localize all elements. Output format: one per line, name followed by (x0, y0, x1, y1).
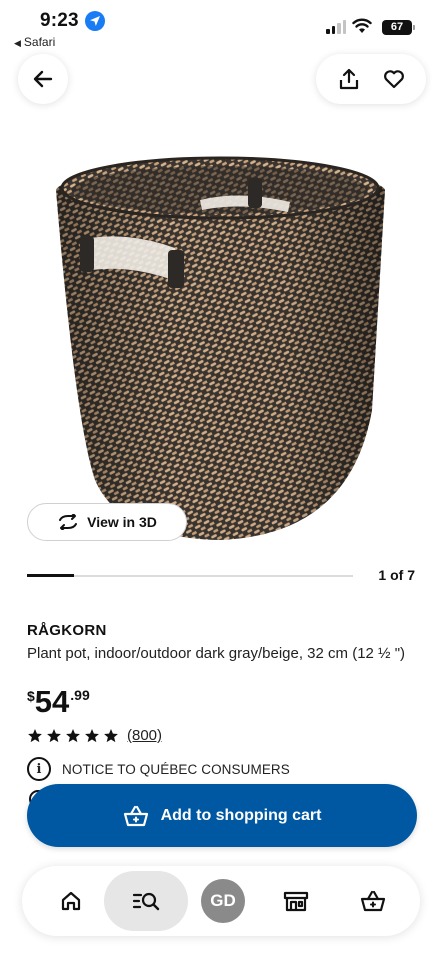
status-bar: 9:23 ◀ Safari 67 (0, 0, 444, 52)
star-icon (28, 728, 42, 742)
back-to-app-link[interactable]: ◀ Safari (14, 35, 55, 49)
nav-stores[interactable] (267, 866, 325, 936)
product-description: Plant pot, indoor/outdoor dark gray/beig… (27, 645, 406, 662)
back-button[interactable] (18, 54, 68, 104)
review-count-link[interactable]: (800) (127, 727, 162, 744)
price-dollars: 54 (34, 684, 70, 719)
price-cents: .99 (70, 687, 90, 703)
gallery-progress-fill (27, 574, 74, 577)
avatar: GD (201, 879, 245, 923)
add-to-cart-label: Add to shopping cart (160, 806, 322, 824)
rating-stars (27, 728, 119, 744)
status-time: 9:23 (40, 10, 79, 31)
star-icon (104, 728, 118, 742)
basket-icon (123, 805, 148, 826)
info-icon: i (27, 757, 51, 781)
nav-home[interactable] (42, 866, 100, 936)
arrow-left-icon (33, 70, 53, 88)
nav-profile[interactable]: GD (194, 866, 252, 936)
nav-cart[interactable] (344, 866, 402, 936)
basket-icon (360, 890, 386, 912)
star-icon (85, 728, 99, 742)
view-in-3d-label: View in 3D (87, 514, 157, 530)
star-icon (66, 728, 80, 742)
header-actions (316, 54, 426, 104)
share-icon (339, 68, 358, 90)
price-currency: $ (27, 688, 35, 704)
product-image[interactable] (50, 150, 390, 545)
wifi-icon (352, 18, 372, 33)
rotate-3d-icon (59, 514, 78, 530)
star-icon (47, 728, 61, 742)
quebec-notice-link[interactable]: i NOTICE TO QUÉBEC CONSUMERS (27, 757, 290, 781)
store-icon (283, 891, 309, 912)
product-price: $ 54 .99 (27, 684, 90, 720)
battery-indicator: 67 (382, 20, 415, 35)
view-in-3d-button[interactable]: View in 3D (27, 503, 187, 541)
back-app-label: Safari (23, 35, 56, 49)
product-rating[interactable]: (800) (27, 727, 162, 744)
add-to-cart-button[interactable]: Add to shopping cart (27, 784, 417, 847)
search-list-icon (132, 892, 160, 911)
heart-icon (383, 70, 404, 89)
gallery-counter: 1 of 7 (378, 567, 415, 583)
location-arrow-icon (85, 11, 105, 31)
quebec-notice-label: NOTICE TO QUÉBEC CONSUMERS (62, 761, 290, 777)
cell-signal-icon (326, 20, 346, 34)
nav-search[interactable] (104, 866, 188, 936)
back-triangle-icon: ◀ (14, 38, 21, 48)
product-name: RÅGKORN (27, 622, 107, 639)
home-icon (61, 891, 81, 911)
favorite-button[interactable] (374, 59, 414, 99)
bottom-navigation: GD (22, 866, 420, 936)
gallery-progress-track (27, 575, 353, 577)
share-button[interactable] (329, 59, 369, 99)
